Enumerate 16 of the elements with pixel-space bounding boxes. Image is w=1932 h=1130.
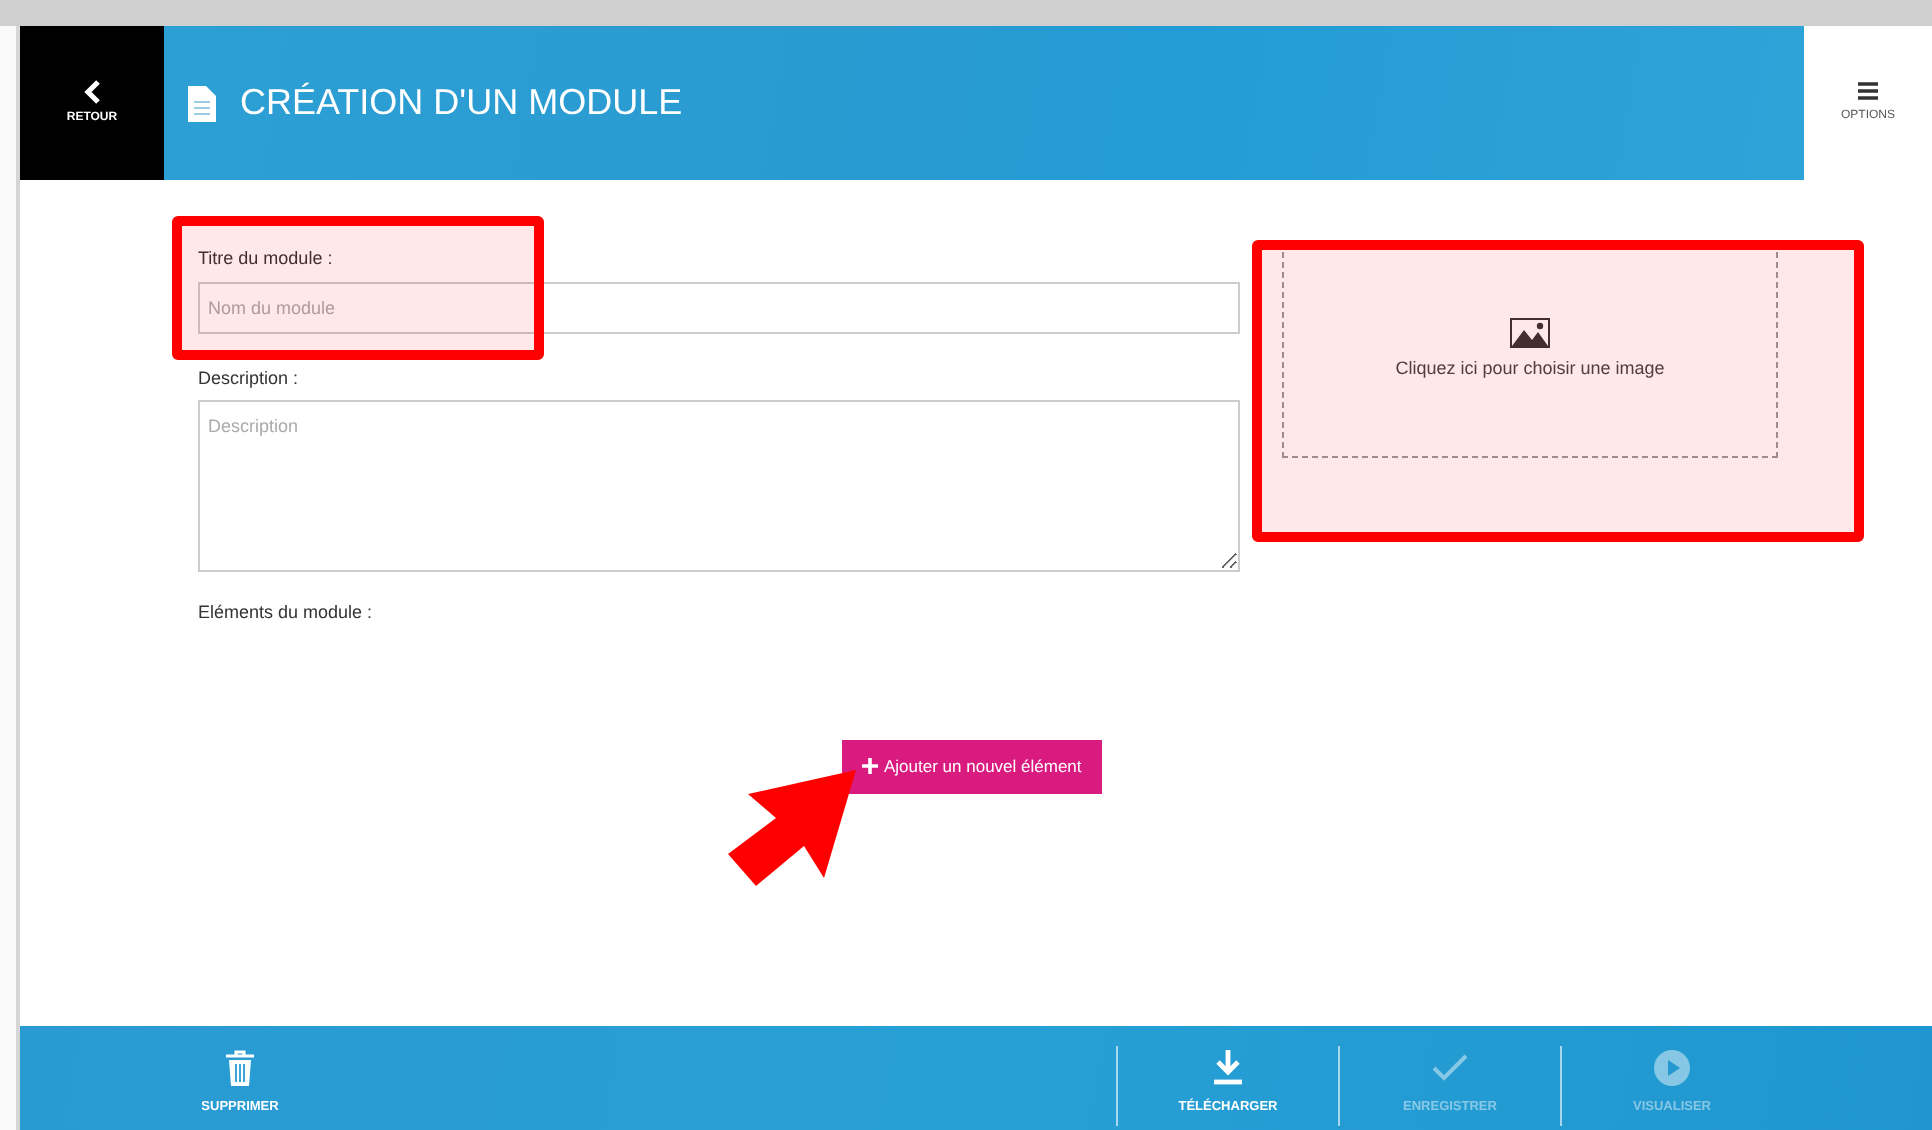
play-icon: [1654, 1050, 1690, 1086]
field-label: Description :: [198, 365, 301, 392]
add-element-button[interactable]: Ajouter un nouvel élément: [842, 739, 1102, 793]
menu-icon: [1858, 81, 1878, 99]
check-icon: [1432, 1050, 1468, 1086]
trash-icon: [224, 1050, 256, 1086]
download-icon: [1212, 1050, 1244, 1086]
description-field[interactable]: Description: [198, 400, 1240, 572]
plus-icon: [862, 758, 878, 774]
field-label: Titre du module :: [198, 246, 335, 272]
section-label: Eléments du module :: [198, 600, 375, 626]
document-icon: [188, 85, 216, 121]
page-title: CRÉATION D'UN MODULE: [240, 80, 683, 126]
title-field[interactable]: Nom du module: [198, 281, 1240, 333]
image-icon: [1510, 317, 1550, 348]
back-chevron-icon: [82, 79, 102, 103]
